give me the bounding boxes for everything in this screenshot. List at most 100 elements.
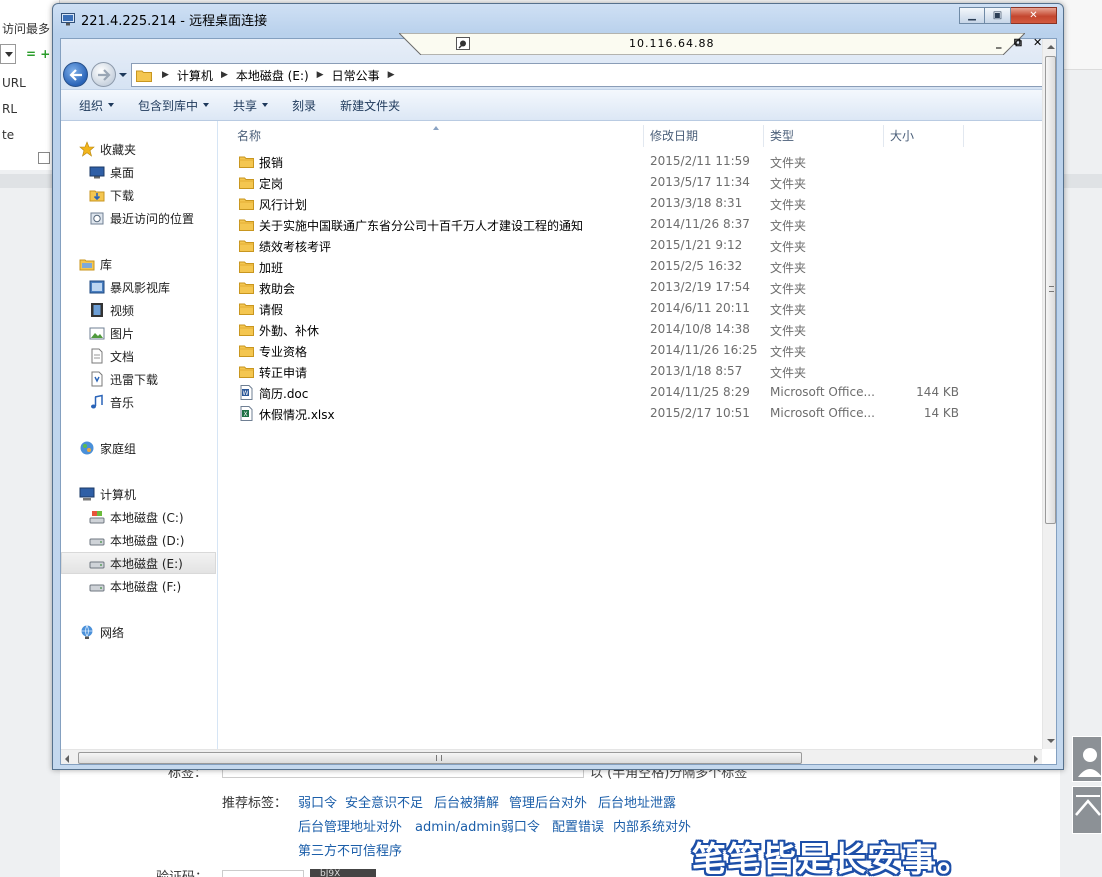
bg-checkbox[interactable] xyxy=(38,152,50,164)
file-row[interactable]: 定岗 2013/5/17 11:34 文件夹 xyxy=(235,172,1025,193)
rdp-restore-button[interactable]: ▣ xyxy=(985,7,1011,24)
nav-drive-e[interactable]: 本地磁盘 (E:) xyxy=(61,552,216,574)
nav-downloads[interactable]: 下载 xyxy=(89,185,134,205)
file-date: 2014/11/25 8:29 xyxy=(650,385,750,399)
libraries-icon xyxy=(79,259,95,271)
breadcrumb-arrow-icon[interactable]: ▶ xyxy=(217,70,232,80)
excel-document-icon: X xyxy=(240,406,253,421)
recommend-tag[interactable]: 安全意识不足 xyxy=(345,792,423,811)
file-row[interactable]: 救助会 2013/2/19 17:54 文件夹 xyxy=(235,277,1025,298)
nav-drive-c[interactable]: 本地磁盘 (C:) xyxy=(89,507,184,527)
file-row[interactable]: X 休假情况.xlsx 2015/2/17 10:51 Microsoft Offic… xyxy=(235,403,1025,424)
connection-ip: 10.116.64.88 xyxy=(629,37,715,50)
breadcrumb-drive-e[interactable]: 本地磁盘 (E:) xyxy=(232,67,313,84)
file-row[interactable]: 外勤、补休 2014/10/8 14:38 文件夹 xyxy=(235,319,1025,340)
recent-pages-chevron-icon[interactable] xyxy=(118,70,128,80)
nav-pictures[interactable]: 图片 xyxy=(89,323,134,343)
include-in-library-button[interactable]: 包含到库中 xyxy=(126,90,221,120)
chevron-down-icon xyxy=(108,103,115,107)
file-name: 加班 xyxy=(259,261,284,275)
share-button[interactable]: 共享 xyxy=(221,90,280,120)
picture-icon xyxy=(89,327,105,340)
file-row[interactable]: 关于实施中国联通广东省分公司十百千万人才建设工程的通知 2014/11/26 8:… xyxy=(235,214,1025,235)
recommend-tag[interactable]: 第三方不可信程序 xyxy=(298,840,402,859)
file-row[interactable]: 风行计划 2013/3/18 8:31 文件夹 xyxy=(235,193,1025,214)
breadcrumb-arrow-icon[interactable]: ▶ xyxy=(158,70,173,80)
nav-recent-label: 最近访问的位置 xyxy=(110,211,195,226)
file-row[interactable]: W 简历.doc 2014/11/25 8:29 Microsoft Office..… xyxy=(235,382,1025,403)
horizontal-scroll-thumb[interactable] xyxy=(78,752,802,764)
bg-url-label: URL xyxy=(2,76,26,90)
nav-drive-f-label: 本地磁盘 (F:) xyxy=(110,579,182,594)
connection-close-button[interactable]: ✕ xyxy=(1033,36,1042,49)
bg-dropdown[interactable] xyxy=(0,44,16,64)
recommend-tag[interactable]: 内部系统对外 xyxy=(613,816,691,835)
nav-drive-d[interactable]: 本地磁盘 (D:) xyxy=(89,530,184,550)
nav-videos[interactable]: 视频 xyxy=(89,300,134,320)
new-folder-button[interactable]: 新建文件夹 xyxy=(328,90,412,120)
breadcrumb-current-folder[interactable]: 日常公事 xyxy=(328,67,384,84)
file-row[interactable]: 绩效考核考评 2015/1/21 9:12 文件夹 xyxy=(235,235,1025,256)
pin-icon[interactable] xyxy=(456,37,470,50)
burn-button[interactable]: 刻录 xyxy=(280,90,328,120)
nav-documents[interactable]: 文档 xyxy=(89,346,134,366)
recommend-tag[interactable]: 弱口令 xyxy=(298,792,337,811)
scroll-down-icon[interactable] xyxy=(1047,739,1055,743)
breadcrumb-arrow-icon[interactable]: ▶ xyxy=(313,70,328,80)
recommend-tag[interactable]: 配置错误 xyxy=(552,816,604,835)
nav-recent-places[interactable]: 最近访问的位置 xyxy=(89,208,194,228)
homegroup-icon xyxy=(80,441,94,455)
nav-baofeng[interactable]: 暴风影视库 xyxy=(89,277,170,297)
rdp-minimize-button[interactable]: ▁ xyxy=(959,7,985,24)
nav-computer[interactable]: 计算机 xyxy=(79,484,136,504)
nav-music[interactable]: 音乐 xyxy=(89,392,134,412)
back-to-top-icon[interactable] xyxy=(1072,786,1102,834)
recommend-tag[interactable]: admin/admin弱口令 xyxy=(415,816,540,835)
captcha-image[interactable]: bJ9X xyxy=(310,869,376,877)
nav-network[interactable]: 网络 xyxy=(79,622,124,642)
file-row[interactable]: 请假 2014/6/11 20:11 文件夹 xyxy=(235,298,1025,319)
file-name: 请假 xyxy=(259,303,284,317)
connection-restore-button[interactable]: ⧉ xyxy=(1014,36,1022,50)
address-bar[interactable]: ▶ 计算机 ▶ 本地磁盘 (E:) ▶ 日常公事 ▶ xyxy=(131,63,1051,87)
recommend-tag[interactable]: 后台被猜解 xyxy=(434,792,499,811)
downloads-icon xyxy=(89,190,105,202)
connection-minimize-button[interactable]: _ xyxy=(996,36,1002,49)
scroll-right-icon[interactable] xyxy=(1034,755,1038,763)
vertical-scroll-thumb[interactable] xyxy=(1045,56,1056,524)
nav-homegroup[interactable]: 家庭组 xyxy=(79,438,136,458)
captcha-input[interactable] xyxy=(222,870,304,877)
nav-favorites[interactable]: 收藏夹 xyxy=(79,139,136,159)
file-row[interactable]: 加班 2015/2/5 16:32 文件夹 xyxy=(235,256,1025,277)
rdp-close-button[interactable]: ✕ xyxy=(1011,7,1057,24)
recent-places-icon xyxy=(90,212,104,225)
bg-add-icon[interactable]: = + xyxy=(26,47,50,61)
breadcrumb-computer[interactable]: 计算机 xyxy=(173,67,217,84)
nav-drive-f[interactable]: 本地磁盘 (F:) xyxy=(89,576,181,596)
column-type[interactable]: 类型 xyxy=(764,125,884,147)
recommend-tag[interactable]: 后台地址泄露 xyxy=(598,792,676,811)
side-user-icon[interactable] xyxy=(1072,736,1102,782)
horizontal-scrollbar[interactable] xyxy=(61,749,1042,764)
recommend-tag[interactable]: 管理后台对外 xyxy=(509,792,587,811)
nav-xunlei[interactable]: 迅雷下载 xyxy=(89,369,158,389)
organize-button[interactable]: 组织 xyxy=(61,90,126,120)
back-button[interactable] xyxy=(63,62,88,87)
nav-drive-c-label: 本地磁盘 (C:) xyxy=(110,510,184,525)
recommend-tag[interactable]: 后台管理地址对外 xyxy=(298,816,402,835)
scroll-left-icon[interactable] xyxy=(65,755,69,763)
file-date: 2014/11/26 16:25 xyxy=(650,343,758,357)
arrow-left-icon xyxy=(68,68,82,81)
scroll-up-icon[interactable] xyxy=(1047,45,1055,49)
desktop-icon xyxy=(89,166,105,179)
breadcrumb-arrow-icon[interactable]: ▶ xyxy=(384,70,399,80)
nav-libraries[interactable]: 库 xyxy=(79,254,112,274)
file-row[interactable]: 专业资格 2014/11/26 16:25 文件夹 xyxy=(235,340,1025,361)
vertical-scrollbar[interactable] xyxy=(1042,39,1056,749)
file-row[interactable]: 报销 2015/2/11 11:59 文件夹 xyxy=(235,151,1025,172)
nav-desktop[interactable]: 桌面 xyxy=(89,162,134,182)
file-row[interactable]: 转正申请 2013/1/18 8:57 文件夹 xyxy=(235,361,1025,382)
forward-button[interactable] xyxy=(91,62,116,87)
column-size[interactable]: 大小 xyxy=(884,125,964,147)
column-date[interactable]: 修改日期 xyxy=(644,125,764,147)
